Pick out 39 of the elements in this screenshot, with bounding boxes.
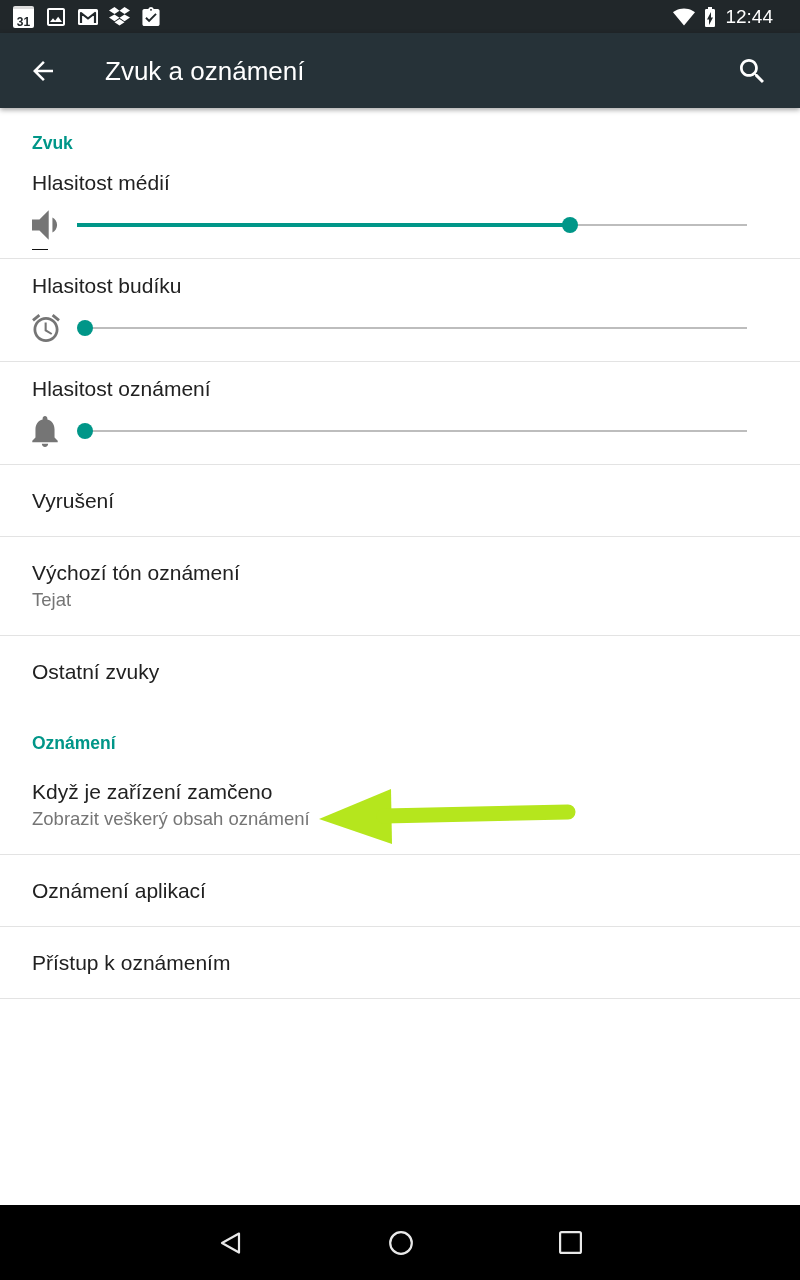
slider-title: Hlasitost oznámení [32, 376, 212, 402]
recents-square-icon[interactable] [558, 1231, 582, 1254]
back-button[interactable] [32, 60, 54, 81]
clock-time: 12:44 [725, 5, 773, 28]
item-title: Oznámení aplikací [32, 877, 207, 904]
clipboard-check-icon [141, 6, 161, 27]
envelope-icon [78, 8, 98, 25]
search-icon [740, 58, 764, 83]
item-title: Výchozí tón oznámení [32, 559, 241, 586]
screen-title: Zvuk a oznámení [105, 55, 306, 86]
home-circle-icon[interactable] [388, 1230, 413, 1255]
speaker-icon [32, 210, 58, 240]
image-icon [47, 7, 65, 26]
settings-item[interactable]: Vyrušení [0, 465, 800, 537]
settings-item[interactable]: Když je zařízení zamčeno Zobrazit veškerý obsah oznámení [0, 756, 800, 855]
wifi-icon [673, 7, 696, 26]
settings-item[interactable]: Přístup k oznámením [0, 927, 800, 999]
search-button[interactable] [740, 58, 764, 83]
item-title: Vyrušení [32, 487, 116, 514]
section-header: Oznámení [31, 732, 117, 755]
settings-item[interactable]: Oznámení aplikací [0, 855, 800, 927]
slider-title: Hlasitost budíku [32, 273, 183, 299]
slider-thumb[interactable] [77, 320, 93, 336]
item-summary: Tejat [32, 587, 73, 612]
back-arrow-icon [32, 60, 54, 81]
slider-thumb[interactable] [562, 217, 579, 233]
settings-item[interactable]: Ostatní zvuky [0, 636, 800, 708]
battery-charging-icon [704, 6, 717, 27]
section-header: Zvuk [31, 132, 74, 155]
back-triangle-icon[interactable] [218, 1230, 243, 1255]
item-title: Ostatní zvuky [32, 658, 161, 685]
settings-item[interactable]: Výchozí tón oznámení Tejat [0, 537, 800, 636]
item-title: Když je zařízení zamčeno [32, 778, 274, 805]
slider-thumb[interactable] [77, 423, 93, 439]
calendar-date-icon: 31 [13, 5, 34, 28]
box-diamonds-icon [109, 7, 130, 26]
item-summary: Zobrazit veškerý obsah oznámení [32, 806, 311, 831]
item-title: Přístup k oznámením [32, 949, 232, 976]
slider-title: Hlasitost médií [32, 170, 171, 196]
